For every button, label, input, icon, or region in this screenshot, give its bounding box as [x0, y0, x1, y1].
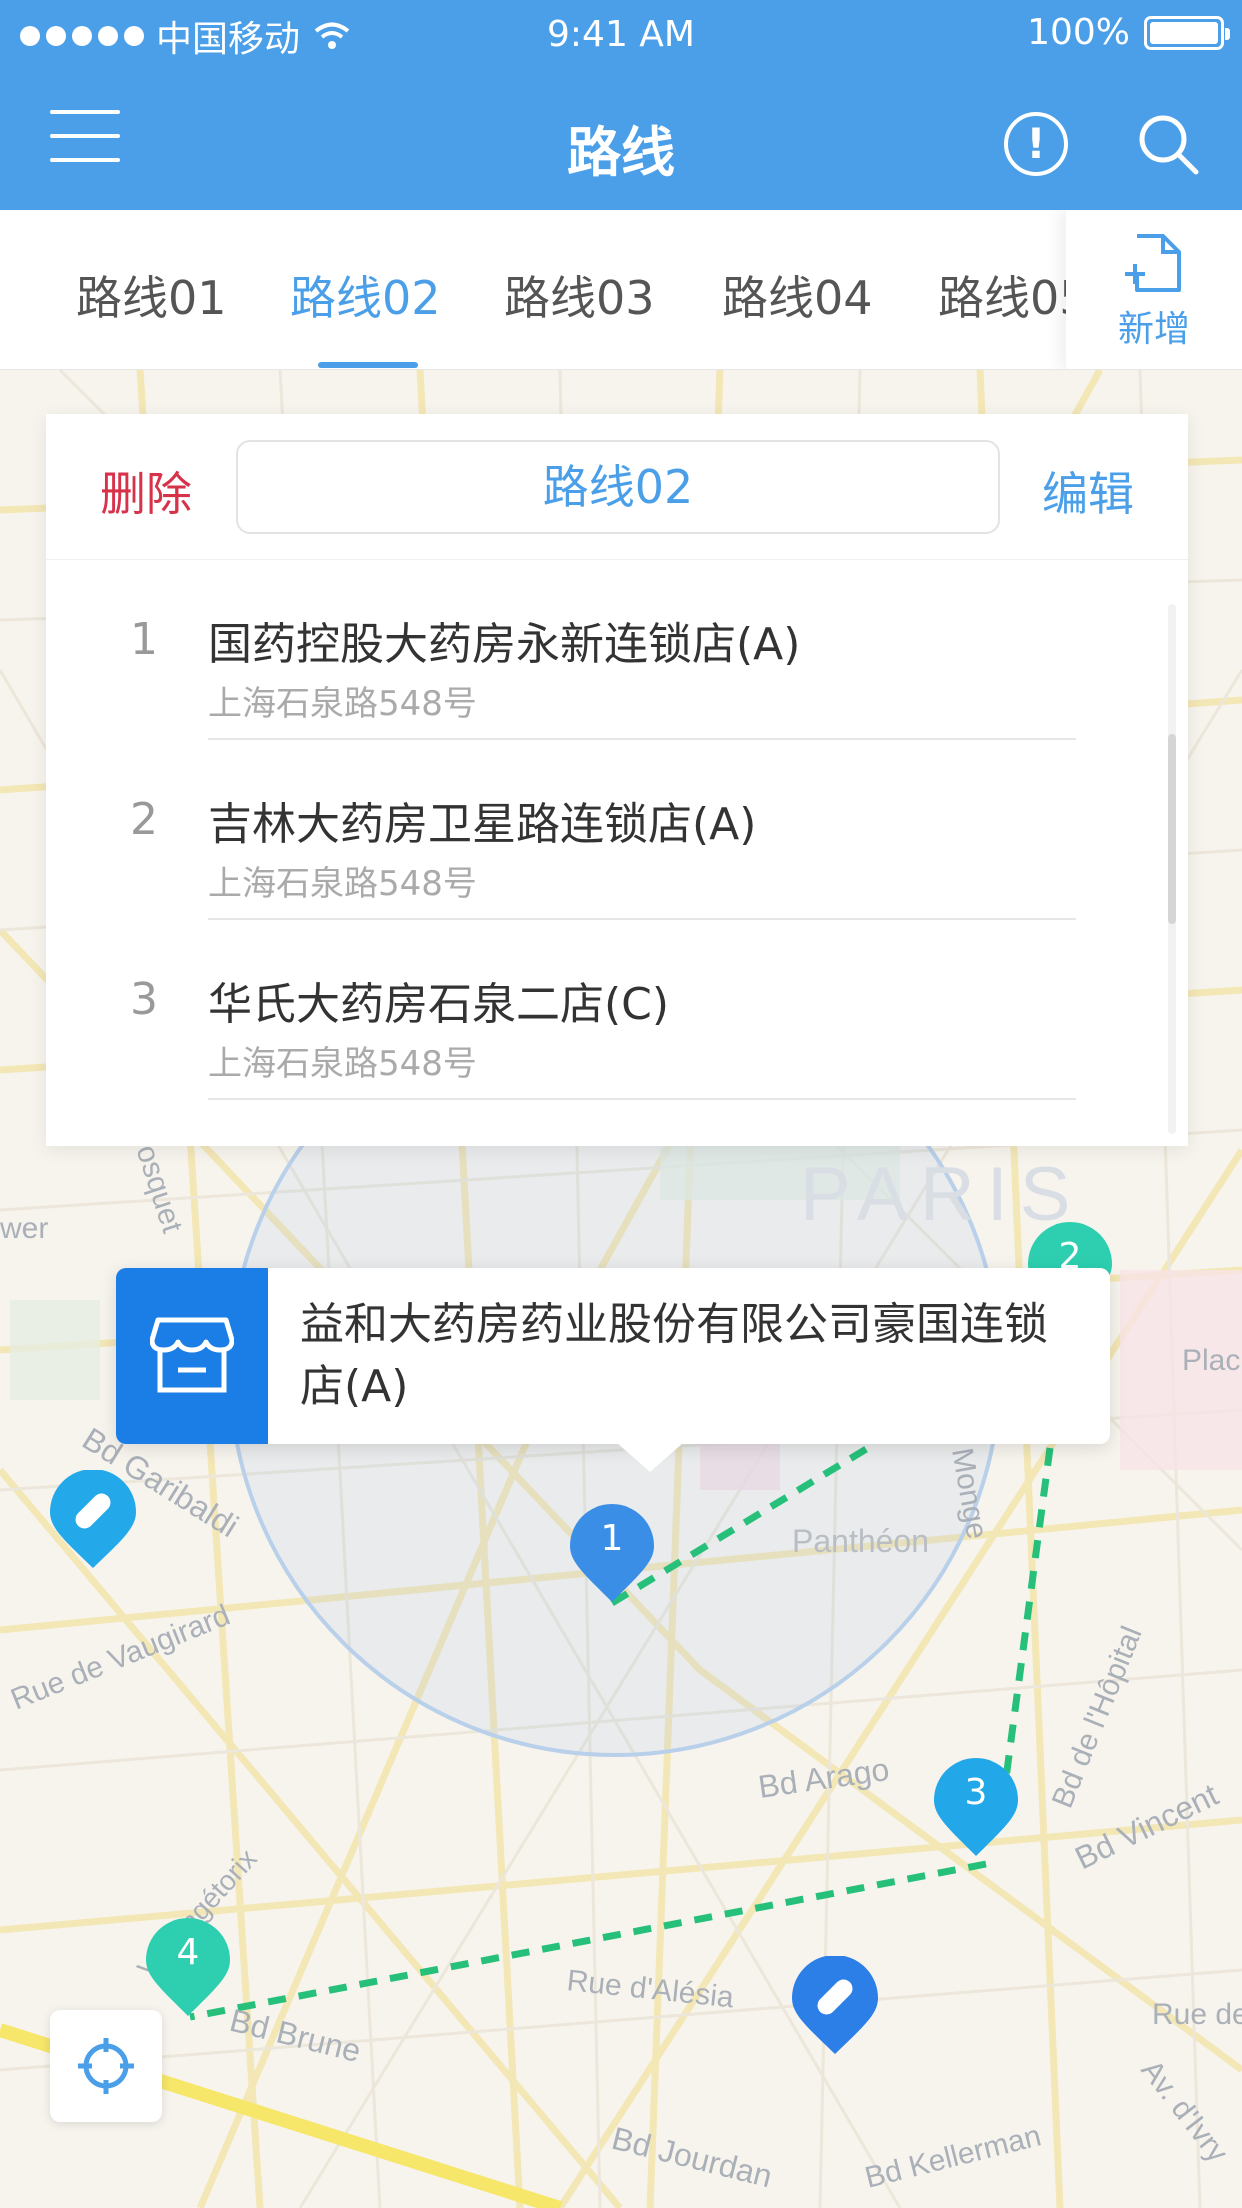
tab-route-04[interactable]: 路线04 [722, 262, 873, 328]
divider [208, 1098, 1076, 1100]
stop-name: 华氏大药房石泉二店(C) [208, 979, 670, 1030]
battery-icon [1144, 15, 1230, 50]
scrollbar-thumb[interactable] [1168, 734, 1176, 924]
stop-index: 1 [130, 614, 158, 665]
route-marker-4[interactable]: 4 [146, 1918, 230, 2018]
route-marker-3[interactable]: 3 [934, 1758, 1018, 1858]
map-label-pantheon: Panthéon [792, 1523, 929, 1559]
route-panel: 删除 路线02 编辑 1 国药控股大药房永新连锁店(A) 上海石泉路548号 2… [46, 414, 1188, 1146]
stop-name: 国药控股大药房永新连锁店(A) [208, 619, 801, 670]
map-label-plac: Plac [1182, 1344, 1240, 1377]
battery-percent: 100% [1027, 12, 1130, 53]
stop-index: 2 [130, 794, 158, 845]
status-bar: 中国移动 9:41 AM 100% [0, 0, 1242, 66]
map-label-wer: wer [0, 1212, 48, 1245]
map-label-av-divry: Av. d'Ivry [1134, 2054, 1234, 2169]
route-marker-4-label: 4 [176, 1932, 200, 1973]
delete-route-button[interactable]: 删除 [100, 458, 192, 524]
route-panel-header: 删除 路线02 编辑 [46, 414, 1188, 560]
list-scrollbar[interactable] [1168, 604, 1176, 1134]
tab-route-03[interactable]: 路线03 [504, 262, 655, 328]
alert-circle-icon[interactable]: ! [1004, 112, 1068, 176]
map-label-bd-de-lhopital: Bd de l'Hôpital [1046, 1622, 1149, 1813]
map-label-rue-de: Rue de [1152, 1998, 1242, 2031]
edit-route-button[interactable]: 编辑 [1042, 458, 1134, 524]
add-route-button[interactable]: 新增 [1066, 210, 1242, 369]
popup-store-name: 益和大药房药业股份有限公司豪国连锁店(A) [300, 1299, 1048, 1412]
locate-button[interactable] [50, 2010, 162, 2122]
stop-address: 上海石泉路548号 [208, 684, 477, 724]
map-label-bd-jourdan: Bd Jourdan [608, 2120, 776, 2195]
route-stop-item[interactable]: 1 国药控股大药房永新连锁店(A) 上海石泉路548号 [46, 560, 1188, 740]
stop-address: 上海石泉路548号 [208, 864, 477, 904]
add-file-icon [1125, 234, 1181, 292]
route-tabs: 路线01 路线02 路线03 路线04 路线05 新增 [0, 210, 1242, 370]
route-stop-item[interactable]: 2 吉林大药房卫星路连锁店(A) 上海石泉路548号 [46, 740, 1188, 920]
top-bar: 中国移动 9:41 AM 100% 路线 ! [0, 0, 1242, 210]
pill-pin-icon[interactable] [50, 1470, 136, 1570]
store-popup[interactable]: 益和大药房药业股份有限公司豪国连锁店(A) [116, 1268, 1110, 1472]
active-tab-indicator [318, 362, 418, 368]
stop-address: 上海石泉路548号 [208, 1044, 477, 1084]
store-icon [150, 1317, 234, 1393]
route-marker-1[interactable]: 1 [570, 1504, 654, 1604]
pill-pin-icon[interactable] [792, 1956, 878, 2056]
route-stop-item[interactable]: 3 华氏大药房石泉二店(C) 上海石泉路548号 [46, 920, 1188, 1100]
route-marker-3-label: 3 [964, 1772, 988, 1813]
stop-name: 吉林大药房卫星路连锁店(A) [208, 799, 757, 850]
locate-crosshair-icon [78, 2038, 134, 2094]
store-icon-box [116, 1268, 268, 1444]
route-name-field[interactable]: 路线02 [236, 440, 1000, 534]
stop-index: 3 [130, 974, 158, 1025]
tab-route-01[interactable]: 路线01 [76, 262, 227, 328]
add-route-label: 新增 [1117, 309, 1190, 350]
search-icon[interactable] [1136, 112, 1202, 178]
map-label-bd-kellerman: Bd Kellerman [862, 2119, 1045, 2195]
route-stop-list: 1 国药控股大药房永新连锁店(A) 上海石泉路548号 2 吉林大药房卫星路连锁… [46, 560, 1188, 1100]
tab-route-02[interactable]: 路线02 [290, 262, 441, 328]
route-marker-1-label: 1 [600, 1518, 624, 1559]
